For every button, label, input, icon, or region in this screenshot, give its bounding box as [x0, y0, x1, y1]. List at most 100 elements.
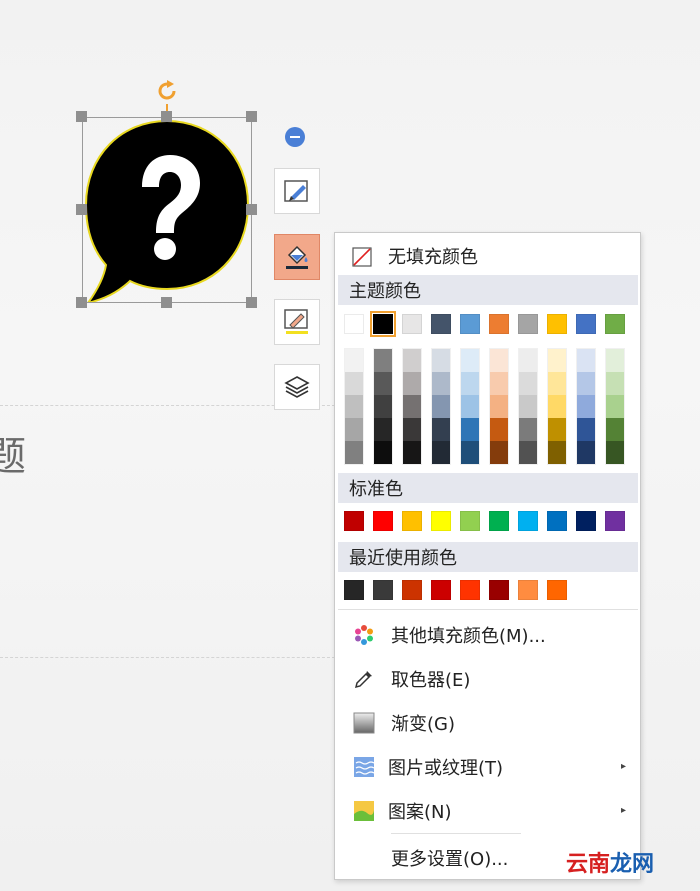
theme-shade-swatch[interactable] — [374, 372, 392, 395]
pattern-icon — [354, 801, 374, 821]
theme-shade-swatch[interactable] — [548, 395, 566, 418]
theme-shade-swatch[interactable] — [577, 372, 595, 395]
fill-color-button[interactable] — [274, 234, 320, 280]
theme-shade-swatch[interactable] — [519, 441, 537, 464]
recent-color-swatch[interactable] — [431, 580, 451, 600]
theme-shade-swatch[interactable] — [403, 418, 421, 441]
standard-color-swatch[interactable] — [547, 511, 567, 531]
resize-handle-s[interactable] — [161, 297, 172, 308]
resize-handle-nw[interactable] — [76, 111, 87, 122]
theme-color-swatch[interactable] — [402, 314, 422, 334]
theme-shade-swatch[interactable] — [374, 418, 392, 441]
arrange-layers-button[interactable] — [274, 364, 320, 410]
theme-shade-swatch[interactable] — [548, 441, 566, 464]
theme-color-swatch[interactable] — [460, 314, 480, 334]
standard-color-swatch[interactable] — [460, 511, 480, 531]
theme-shade-swatch[interactable] — [548, 372, 566, 395]
theme-shade-swatch[interactable] — [403, 349, 421, 372]
theme-shade-swatch[interactable] — [519, 418, 537, 441]
recent-color-swatch[interactable] — [489, 580, 509, 600]
standard-color-swatch[interactable] — [431, 511, 451, 531]
selected-shape[interactable] — [76, 80, 257, 308]
theme-shade-swatch[interactable] — [461, 349, 479, 372]
outline-color-button[interactable] — [274, 299, 320, 345]
theme-shade-swatch[interactable] — [374, 349, 392, 372]
theme-shade-swatch[interactable] — [606, 441, 624, 464]
gradient-item[interactable]: 渐变(G) — [335, 703, 640, 743]
resize-handle-sw[interactable] — [76, 297, 87, 308]
pattern-item[interactable]: 图案(N) ▸ — [335, 791, 640, 831]
theme-shade-swatch[interactable] — [432, 372, 450, 395]
eyedropper-item[interactable]: 取色器(E) — [335, 659, 640, 699]
theme-shade-swatch[interactable] — [606, 418, 624, 441]
theme-shade-swatch[interactable] — [461, 441, 479, 464]
theme-shade-swatch[interactable] — [606, 349, 624, 372]
standard-color-swatch[interactable] — [373, 511, 393, 531]
theme-shade-swatch[interactable] — [432, 349, 450, 372]
theme-shade-swatch[interactable] — [374, 395, 392, 418]
theme-shade-swatch[interactable] — [374, 441, 392, 464]
theme-shade-swatch[interactable] — [432, 395, 450, 418]
standard-color-swatch[interactable] — [518, 511, 538, 531]
theme-shade-swatch[interactable] — [577, 349, 595, 372]
recent-color-swatch[interactable] — [402, 580, 422, 600]
theme-color-swatch[interactable] — [489, 314, 509, 334]
recent-color-swatch[interactable] — [460, 580, 480, 600]
theme-shade-swatch[interactable] — [519, 372, 537, 395]
theme-shade-swatch[interactable] — [461, 395, 479, 418]
recent-color-swatch[interactable] — [373, 580, 393, 600]
theme-shade-swatch[interactable] — [461, 418, 479, 441]
theme-shade-swatch[interactable] — [345, 418, 363, 441]
more-fill-colors-item[interactable]: 其他填充颜色(M)... — [335, 615, 640, 655]
theme-shade-swatch[interactable] — [548, 418, 566, 441]
theme-shade-swatch[interactable] — [577, 395, 595, 418]
picture-texture-item[interactable]: 图片或纹理(T) ▸ — [335, 747, 640, 787]
standard-color-swatch[interactable] — [402, 511, 422, 531]
resize-handle-w[interactable] — [76, 204, 87, 215]
theme-shade-swatch[interactable] — [490, 349, 508, 372]
rotate-handle-icon[interactable] — [155, 79, 179, 103]
theme-shade-swatch[interactable] — [490, 441, 508, 464]
shape-style-button[interactable] — [274, 168, 320, 214]
resize-handle-n[interactable] — [161, 111, 172, 122]
standard-color-swatch[interactable] — [576, 511, 596, 531]
theme-shade-swatch[interactable] — [345, 441, 363, 464]
resize-handle-e[interactable] — [246, 204, 257, 215]
theme-shade-swatch[interactable] — [345, 349, 363, 372]
theme-color-swatch[interactable] — [547, 314, 567, 334]
resize-handle-ne[interactable] — [246, 111, 257, 122]
theme-shade-swatch[interactable] — [432, 441, 450, 464]
theme-color-swatch[interactable] — [518, 314, 538, 334]
theme-shade-swatch[interactable] — [490, 372, 508, 395]
recent-color-swatch[interactable] — [547, 580, 567, 600]
theme-shade-swatch[interactable] — [345, 395, 363, 418]
resize-handle-se[interactable] — [246, 297, 257, 308]
theme-shade-swatch[interactable] — [403, 441, 421, 464]
theme-shade-swatch[interactable] — [548, 349, 566, 372]
theme-shade-swatch[interactable] — [606, 395, 624, 418]
theme-shade-swatch[interactable] — [345, 372, 363, 395]
theme-shade-swatch[interactable] — [577, 418, 595, 441]
theme-shade-swatch[interactable] — [490, 395, 508, 418]
standard-color-swatch[interactable] — [344, 511, 364, 531]
theme-color-swatch[interactable] — [605, 314, 625, 334]
theme-shade-swatch[interactable] — [577, 441, 595, 464]
theme-shade-swatch[interactable] — [403, 395, 421, 418]
theme-shade-swatch[interactable] — [606, 372, 624, 395]
theme-shade-swatch[interactable] — [403, 372, 421, 395]
standard-color-swatch[interactable] — [605, 511, 625, 531]
standard-color-swatch[interactable] — [489, 511, 509, 531]
collapse-toolbar-button[interactable] — [285, 127, 305, 147]
theme-shade-swatch[interactable] — [519, 349, 537, 372]
theme-color-swatch[interactable] — [576, 314, 596, 334]
theme-color-swatch[interactable] — [370, 311, 396, 337]
theme-color-swatch[interactable] — [431, 314, 451, 334]
theme-shade-swatch[interactable] — [432, 418, 450, 441]
recent-color-swatch[interactable] — [518, 580, 538, 600]
no-fill-item[interactable]: 无填充颜色 — [335, 236, 640, 276]
theme-shade-swatch[interactable] — [519, 395, 537, 418]
theme-color-swatch[interactable] — [344, 314, 364, 334]
theme-shade-swatch[interactable] — [490, 418, 508, 441]
recent-color-swatch[interactable] — [344, 580, 364, 600]
theme-shade-swatch[interactable] — [461, 372, 479, 395]
